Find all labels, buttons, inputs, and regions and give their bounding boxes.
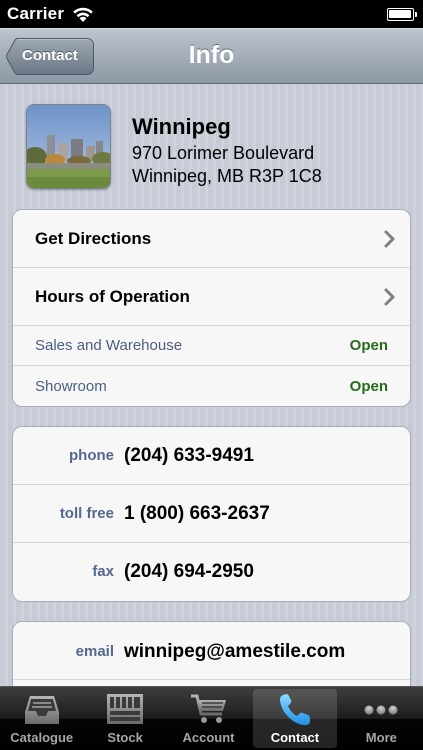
email-label: email: [75, 643, 114, 660]
hours-row-sales-warehouse: Sales and Warehouse Open: [13, 326, 410, 366]
fax-label: fax: [92, 563, 114, 580]
toll-free-row[interactable]: toll free 1 (800) 663-2637: [13, 485, 410, 543]
wifi-icon: [73, 7, 93, 22]
hours-name: Sales and Warehouse: [35, 337, 183, 354]
shopping-cart-icon: [190, 694, 226, 723]
chevron-right-icon: [384, 230, 395, 248]
phone-numbers-group: phone (204) 633-9491 toll free 1 (800) 6…: [12, 426, 411, 602]
get-directions-label: Get Directions: [35, 228, 152, 248]
toll-free-label: toll free: [59, 505, 114, 522]
directions-hours-group: Get Directions Hours of Operation Sales …: [12, 209, 411, 407]
tab-stock[interactable]: Stock: [83, 687, 166, 750]
tab-label: Stock: [107, 730, 143, 745]
tab-more[interactable]: More: [340, 687, 423, 750]
email-row[interactable]: email winnipeg@amestile.com: [13, 622, 410, 680]
tab-contact[interactable]: Contact: [253, 689, 337, 748]
hours-name: Showroom: [35, 377, 107, 395]
address-line-2: Winnipeg, MB R3P 1C8: [132, 166, 322, 186]
status-bar: Carrier: [0, 0, 423, 28]
hours-of-operation-row[interactable]: Hours of Operation: [13, 268, 410, 326]
battery-icon: [386, 7, 417, 21]
hours-status: Open: [349, 337, 388, 354]
phone-label: phone: [69, 447, 114, 464]
carrier-label: Carrier: [7, 4, 65, 23]
page-title: Info: [188, 41, 235, 69]
location-photo: [26, 104, 111, 189]
fax-row[interactable]: fax (204) 694-2950: [13, 543, 410, 601]
email-value: winnipeg@amestile.com: [124, 641, 346, 662]
address-line-1: 970 Lorimer Boulevard: [132, 143, 315, 163]
more-dots-icon: [364, 705, 398, 715]
inbox-tray-icon: [24, 696, 59, 724]
navigation-bar: Contact Info: [0, 28, 423, 84]
hours-row-showroom: Showroom Open: [13, 366, 410, 406]
chevron-right-icon: [384, 288, 395, 306]
hours-status: Open: [349, 377, 388, 395]
warehouse-shelves-icon: [107, 694, 144, 724]
phone-value: (204) 633-9491: [124, 445, 254, 466]
phone-icon: [279, 694, 310, 726]
get-directions-row[interactable]: Get Directions: [13, 210, 410, 268]
tab-label: Catalogue: [10, 730, 74, 745]
tab-bar: Catalogue Stock Account Contact More: [0, 686, 423, 750]
tab-label: Account: [182, 730, 235, 745]
location-address: 970 Lorimer Boulevard Winnipeg, MB R3P 1…: [132, 142, 322, 188]
hours-of-operation-label: Hours of Operation: [35, 286, 190, 306]
tab-account[interactable]: Account: [167, 687, 250, 750]
tab-catalogue[interactable]: Catalogue: [0, 687, 83, 750]
phone-row[interactable]: phone (204) 633-9491: [13, 427, 410, 485]
toll-free-value: 1 (800) 663-2637: [124, 503, 270, 524]
location-name: Winnipeg: [132, 114, 231, 139]
location-photo-image: [27, 105, 110, 188]
fax-value: (204) 694-2950: [124, 561, 254, 582]
tab-label: Contact: [270, 730, 320, 745]
tab-label: More: [365, 730, 397, 745]
